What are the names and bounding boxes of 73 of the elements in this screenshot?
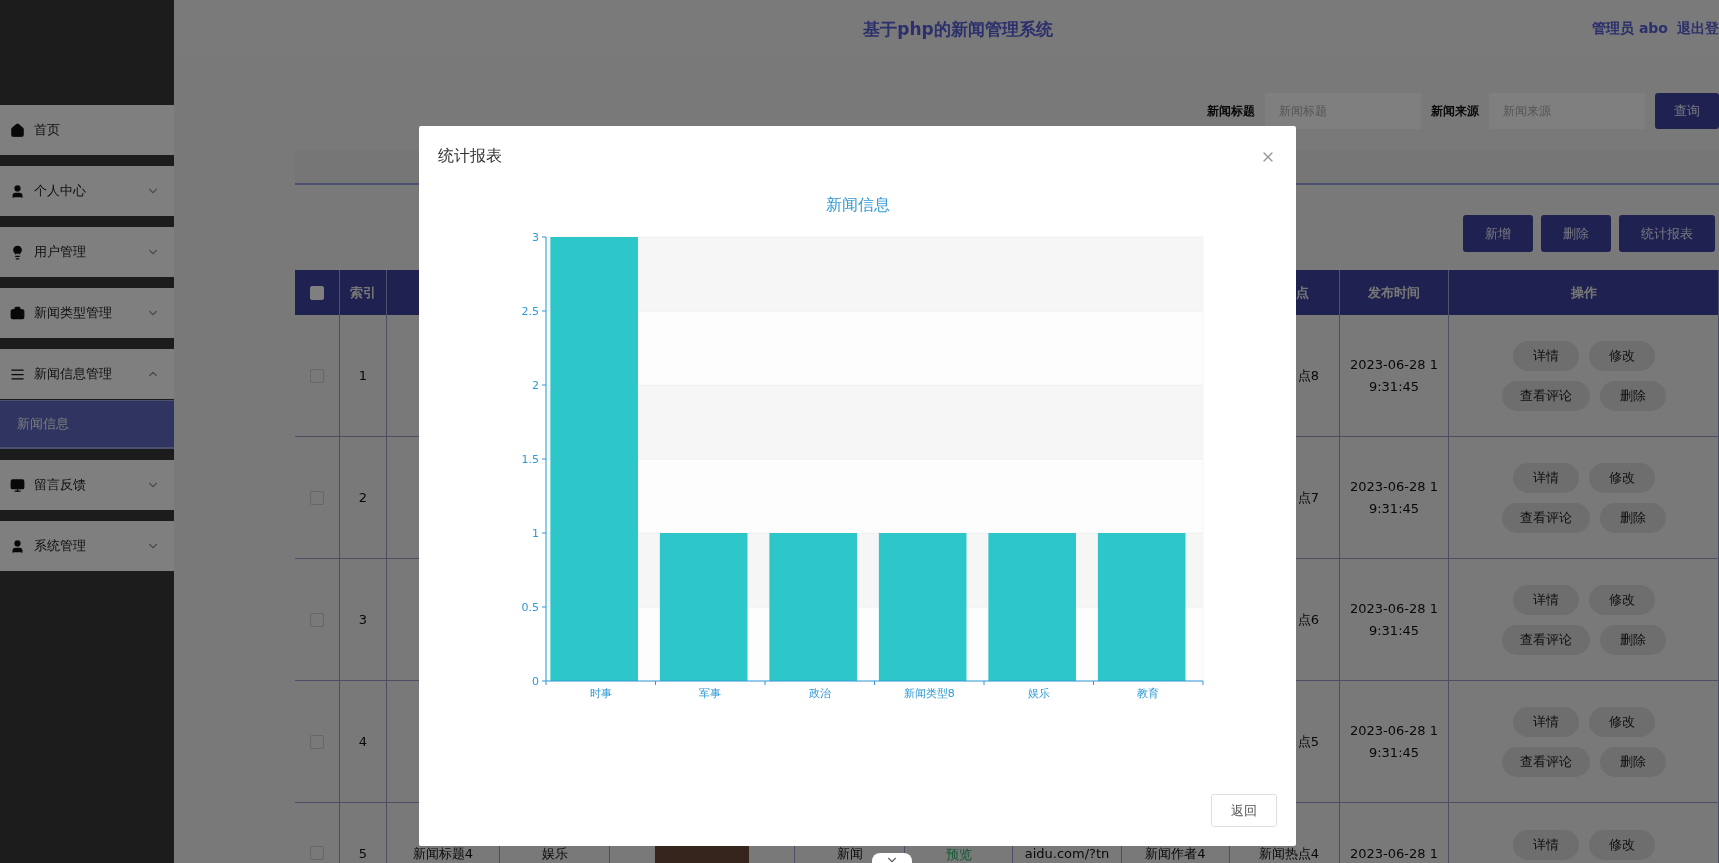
category-label: 新闻类型8 xyxy=(903,687,955,700)
table-cell: 4 xyxy=(340,681,387,803)
row-action-button[interactable]: 查看评论 xyxy=(1501,380,1590,411)
row-action-button[interactable]: 删除 xyxy=(1599,380,1666,411)
row-action-button[interactable]: 修改 xyxy=(1588,340,1655,371)
preview-link[interactable]: 预览 xyxy=(945,846,972,863)
row-action-button[interactable]: 修改 xyxy=(1588,706,1655,737)
row-action-button[interactable]: 查看评论 xyxy=(1501,624,1590,655)
dialog-title: 统计报表 xyxy=(438,146,502,167)
row-action-button[interactable]: 详情 xyxy=(1512,340,1579,371)
table-cell: 3 xyxy=(340,559,387,681)
row-action-button[interactable]: 详情 xyxy=(1512,706,1579,737)
sidebar-item[interactable]: 新闻信息管理 xyxy=(0,349,174,399)
row-action-button[interactable]: 详情 xyxy=(1512,584,1579,615)
back-button[interactable]: 返回 xyxy=(1211,794,1277,827)
axis-tick-label: 2.5 xyxy=(521,305,539,318)
sidebar-item[interactable]: 系统管理 xyxy=(0,521,174,571)
table-cell: 5 xyxy=(340,803,387,863)
row-action-button[interactable]: 详情 xyxy=(1512,830,1579,860)
table-cell: 2023-06-28 1 xyxy=(1340,803,1449,863)
field-label: 新闻标题 xyxy=(1207,102,1255,120)
chart-title: 新闻信息 xyxy=(825,195,890,216)
row-action-button[interactable]: 删除 xyxy=(1599,502,1666,533)
row-action-button[interactable]: 修改 xyxy=(1588,584,1655,615)
sidebar-item[interactable]: 留言反馈 xyxy=(0,460,174,510)
list-icon xyxy=(10,366,25,382)
axis-tick-label: 3 xyxy=(531,231,539,244)
toolbar-button[interactable]: 删除 xyxy=(1541,215,1611,252)
category-label: 政治 xyxy=(808,687,831,700)
table-cell: 2023-06-28 19:31:45 xyxy=(1340,559,1449,681)
search-button[interactable]: 查询 xyxy=(1655,93,1719,129)
lightbulb-icon xyxy=(10,244,25,260)
row-action-button[interactable]: 查看评论 xyxy=(1501,746,1590,777)
logout-link[interactable]: 退出登 xyxy=(1677,20,1719,38)
row-action-button[interactable]: 删除 xyxy=(1599,624,1666,655)
table-cell: 2 xyxy=(340,437,387,559)
toolbar-button[interactable]: 统计报表 xyxy=(1619,215,1715,252)
row-action-button[interactable]: 删除 xyxy=(1599,746,1666,777)
sidebar-item[interactable]: 新闻类型管理 xyxy=(0,288,174,338)
category-label: 娱乐 xyxy=(1027,687,1050,700)
row-action-button[interactable]: 修改 xyxy=(1588,830,1655,860)
sidebar-item[interactable]: 首页 xyxy=(0,105,174,155)
table-cell: 2023-06-28 19:31:45 xyxy=(1340,315,1449,437)
category-label: 教育 xyxy=(1136,687,1159,700)
toolbar-button[interactable]: 新增 xyxy=(1463,215,1533,252)
axis-tick-label: 2 xyxy=(531,379,539,392)
category-label: 军事 xyxy=(698,687,721,700)
column-header: 操作 xyxy=(1449,270,1719,315)
row-action-button[interactable]: 详情 xyxy=(1512,462,1579,493)
row-action-button[interactable]: 查看评论 xyxy=(1501,502,1590,533)
home-icon xyxy=(10,122,25,138)
sidebar-subitem[interactable]: 新闻信息 xyxy=(0,400,174,449)
briefcase-icon xyxy=(10,305,25,321)
row-action-button[interactable]: 修改 xyxy=(1588,462,1655,493)
user-icon xyxy=(10,183,25,199)
axis-tick-label: 1 xyxy=(531,527,539,540)
monitor-icon xyxy=(10,477,25,493)
field-label: 新闻来源 xyxy=(1431,102,1479,120)
table-cell: 2023-06-28 19:31:45 xyxy=(1340,437,1449,559)
axis-tick-label: 0.5 xyxy=(521,601,539,614)
column-header: 发布时间 xyxy=(1340,270,1449,315)
user-name: 管理员 abo xyxy=(1592,20,1668,38)
table-cell: 2023-06-28 19:31:45 xyxy=(1340,681,1449,803)
select-all-checkbox[interactable] xyxy=(310,285,324,300)
user-icon xyxy=(10,538,25,554)
axis-tick-label: 1.5 xyxy=(521,453,539,466)
axis-tick-label: 0 xyxy=(531,675,539,688)
sidebar-item[interactable]: 个人中心 xyxy=(0,166,174,216)
table-cell: 1 xyxy=(340,315,387,437)
sidebar-item[interactable]: 用户管理 xyxy=(0,227,174,277)
column-header: 索引 xyxy=(340,270,387,315)
category-label: 时事 xyxy=(589,687,612,700)
app-title: 基于php的新闻管理系统 xyxy=(862,17,1054,41)
